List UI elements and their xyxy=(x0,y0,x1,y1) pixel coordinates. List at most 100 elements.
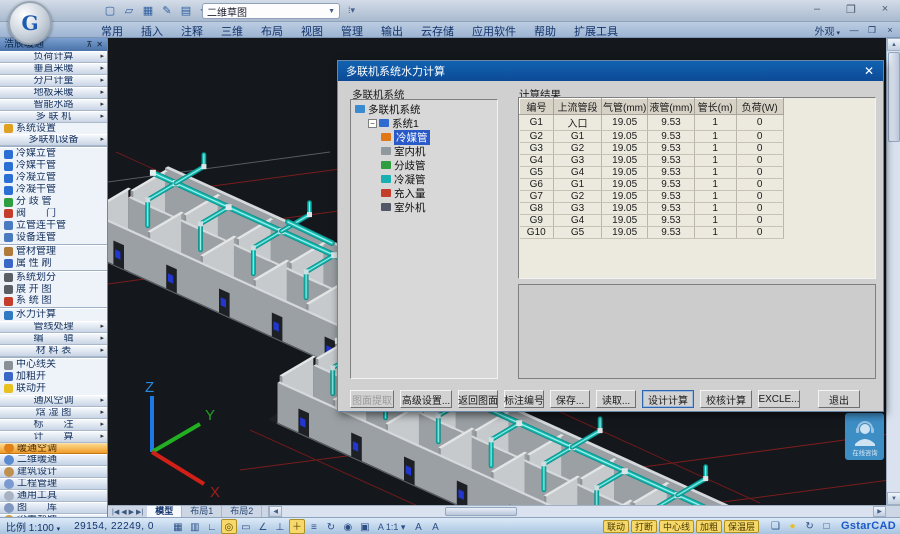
sidebar-item-37[interactable]: 通用工具 xyxy=(0,490,107,502)
scroll-down-icon[interactable]: ▼ xyxy=(887,492,900,505)
qat-more-icon[interactable]: ⁞▾ xyxy=(348,5,355,16)
hscroll-thumb[interactable] xyxy=(445,507,517,516)
ribbon-tab-6[interactable]: 视图 xyxy=(292,22,332,38)
table-header-4[interactable]: 液管(mm) xyxy=(648,99,694,115)
sidebar-item-20[interactable]: 展 开 图 xyxy=(0,284,107,296)
ribbon-tab-8[interactable]: 输出 xyxy=(372,22,412,38)
dialog-button-7[interactable]: 设计计算 xyxy=(642,390,694,408)
table-row[interactable]: G1入口19.059.5310 xyxy=(520,115,784,131)
sidebar-item-8[interactable]: 多联机设备▸ xyxy=(0,134,107,146)
sidebar-item-36[interactable]: 工程管理 xyxy=(0,478,107,490)
tree-node-室内机[interactable]: 室内机 xyxy=(351,144,497,158)
toggle-打断[interactable]: 打断 xyxy=(631,520,657,533)
ribbon-tab-3[interactable]: 注释 xyxy=(172,22,212,38)
annotation-scale-control[interactable]: A 1:1 ▾ xyxy=(374,519,410,534)
sidebar-item-34[interactable]: 二维暖通 xyxy=(0,454,107,466)
sidebar-item-35[interactable]: 建筑设计 xyxy=(0,466,107,478)
tree-node-分歧管[interactable]: 分歧管 xyxy=(351,158,497,172)
table-header-1[interactable]: 编号 xyxy=(520,99,554,115)
ribbon-tab-7[interactable]: 管理 xyxy=(332,22,372,38)
dialog-button-9[interactable]: EXCLE... xyxy=(758,390,800,408)
sidebar-item-5[interactable]: 智能水路▸ xyxy=(0,99,107,111)
result-table-container[interactable]: 编号上流管段气管(mm)液管(mm)管长(m)负荷(W)G1入口19.059.5… xyxy=(518,97,876,279)
sidebar-item-10[interactable]: 冷媒干管 xyxy=(0,160,107,172)
sidebar-item-13[interactable]: 分 歧 管 xyxy=(0,196,107,208)
table-header-6[interactable]: 负荷(W) xyxy=(736,99,783,115)
lineweight-icon[interactable]: ≡ xyxy=(306,519,322,534)
ribbon-tab-12[interactable]: 扩展工具 xyxy=(565,22,627,38)
sidebar-item-11[interactable]: 冷凝立管 xyxy=(0,172,107,184)
first-tab-icon[interactable]: |◀ xyxy=(112,508,119,516)
workspace-combo[interactable]: 二维草图 ▼ xyxy=(202,3,340,19)
app-logo-button[interactable]: G xyxy=(8,1,52,45)
sidebar-item-27[interactable]: 加粗开 xyxy=(0,371,107,383)
sidebar-item-31[interactable]: 标 注▸ xyxy=(0,419,107,431)
osnap-icon[interactable]: ⊥ xyxy=(272,519,288,534)
table-header-3[interactable]: 气管(mm) xyxy=(602,99,648,115)
doc-minimize-button[interactable]: — xyxy=(848,25,860,36)
plot-icon[interactable]: ▤ xyxy=(178,3,194,19)
dialog-button-5[interactable]: 保存... xyxy=(550,390,590,408)
ribbon-tab-2[interactable]: 插入 xyxy=(132,22,172,38)
sidebar-item-2[interactable]: 垂直采暖▸ xyxy=(0,63,107,75)
layout-tab-模型[interactable]: 模型 xyxy=(147,506,182,517)
new-file-icon[interactable]: ▢ xyxy=(102,3,118,19)
dialog-button-8[interactable]: 校核计算 xyxy=(700,390,752,408)
palette-close-icon[interactable]: ✕ xyxy=(96,38,103,51)
sidebar-item-25[interactable]: 材 料 表▸ xyxy=(0,345,107,357)
maximize-button[interactable]: ❐ xyxy=(842,3,860,16)
table-row[interactable]: G4G319.059.5310 xyxy=(520,155,784,167)
toggle-中心线[interactable]: 中心线 xyxy=(659,520,694,533)
dialog-button-4[interactable]: 标注编号 xyxy=(504,390,544,408)
toggle-加粗[interactable]: 加粗 xyxy=(696,520,722,533)
cycle-select-icon[interactable]: ↻ xyxy=(323,519,339,534)
table-row[interactable]: G10G519.059.5310 xyxy=(520,227,784,239)
preview-icon[interactable]: ▣ xyxy=(357,519,373,534)
dialog-button-2[interactable]: 高级设置... xyxy=(400,390,452,408)
workspace-switch-icon[interactable]: ❏ xyxy=(768,521,783,532)
tree-expand-icon[interactable]: − xyxy=(368,119,377,128)
dialog-close-icon[interactable]: ✕ xyxy=(861,64,877,78)
table-row[interactable]: G8G319.059.5310 xyxy=(520,203,784,215)
toggle-联动[interactable]: 联动 xyxy=(603,520,629,533)
table-row[interactable]: G5G419.059.5310 xyxy=(520,167,784,179)
sidebar-item-9[interactable]: 冷媒立管 xyxy=(0,148,107,160)
prev-tab-icon[interactable]: ◀ xyxy=(121,508,126,516)
rect-snap-icon[interactable]: ▭ xyxy=(238,519,254,534)
scroll-right-icon[interactable]: ▶ xyxy=(873,506,886,517)
scale-control[interactable]: 比例 1:100 ▾ xyxy=(6,519,60,534)
snap-icon[interactable]: ▥ xyxy=(187,519,203,534)
horizontal-scrollbar[interactable]: ◀ ▶ xyxy=(268,506,900,517)
ribbon-tab-11[interactable]: 帮助 xyxy=(525,22,565,38)
next-tab-icon[interactable]: ▶ xyxy=(129,508,134,516)
vscroll-thumb[interactable] xyxy=(888,52,900,142)
otrack-icon[interactable]: ＋ xyxy=(289,519,305,534)
table-row[interactable]: G7G219.059.5310 xyxy=(520,191,784,203)
sidebar-item-29[interactable]: 通风空调▸ xyxy=(0,395,107,407)
system-tree[interactable]: 多联机系统−系统1冷媒管室内机分歧管冷凝管充入量室外机 xyxy=(350,99,498,379)
ribbon-tab-5[interactable]: 布局 xyxy=(252,22,292,38)
auto-annotation-icon[interactable]: A xyxy=(427,519,443,534)
sidebar-item-22[interactable]: 水力计算 xyxy=(0,309,107,321)
tree-node-冷媒管[interactable]: 冷媒管 xyxy=(351,130,497,144)
sidebar-item-26[interactable]: 中心线关 xyxy=(0,359,107,371)
table-row[interactable]: G3G219.059.5310 xyxy=(520,143,784,155)
tree-node-充入量[interactable]: 充入量 xyxy=(351,186,497,200)
dialog-button-10[interactable]: 退出 xyxy=(818,390,860,408)
fullscreen-icon[interactable]: □ xyxy=(819,521,834,532)
doc-close-button[interactable]: × xyxy=(884,25,896,36)
open-file-icon[interactable]: ▱ xyxy=(121,3,137,19)
toggle-保温层[interactable]: 保温层 xyxy=(724,520,759,533)
minimize-button[interactable]: – xyxy=(808,3,826,16)
layout-tab-布局1[interactable]: 布局1 xyxy=(182,506,222,517)
dialog-button-3[interactable]: 返回图面 xyxy=(458,390,498,408)
save-icon[interactable]: ▦ xyxy=(140,3,156,19)
angle-icon[interactable]: ∠ xyxy=(255,519,271,534)
sidebar-item-4[interactable]: 地板采暖▸ xyxy=(0,87,107,99)
tree-node-冷凝管[interactable]: 冷凝管 xyxy=(351,172,497,186)
sidebar-item-30[interactable]: 焓 湿 图▸ xyxy=(0,407,107,419)
bulb-icon[interactable]: ● xyxy=(785,521,800,532)
ribbon-tab-10[interactable]: 应用软件 xyxy=(463,22,525,38)
tree-node-室外机[interactable]: 室外机 xyxy=(351,200,497,214)
sidebar-item-7[interactable]: 系统设置 xyxy=(0,123,107,135)
